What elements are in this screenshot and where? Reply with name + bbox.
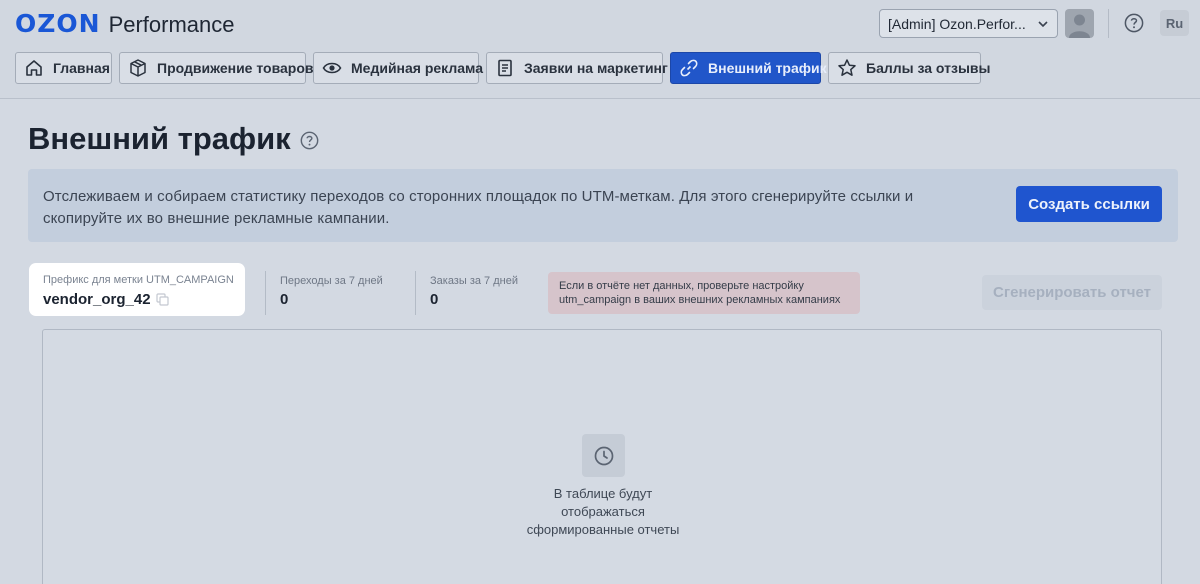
warning-note: Если в отчёте нет данных, проверьте наст… — [548, 272, 860, 314]
help-icon[interactable] — [300, 131, 319, 150]
tab-home-label: Главная — [53, 60, 110, 76]
orders-value: 0 — [430, 291, 439, 308]
tab-media-ads[interactable]: Медийная реклама — [313, 52, 483, 84]
page-title-text: Внешний трафик — [28, 121, 291, 156]
tab-promotion[interactable]: Продвижение товаров — [119, 52, 314, 84]
orders-stat: Заказы за 7 дней 0 — [430, 275, 518, 308]
avatar[interactable] — [1065, 9, 1094, 38]
empty-state-icon-box — [582, 434, 625, 477]
reports-table: В таблице будут отображаться сформирован… — [42, 329, 1162, 584]
stats-divider — [415, 271, 416, 315]
language-switch[interactable]: Ru — [1160, 10, 1189, 36]
tab-review-points-label: Баллы за отзывы — [866, 60, 991, 76]
logo[interactable]: OZON Performance — [15, 9, 235, 38]
generate-report-button[interactable]: Сгенерировать отчет — [982, 275, 1162, 310]
chevron-down-icon — [1038, 21, 1048, 28]
user-icon — [1069, 14, 1090, 38]
utm-prefix-value: vendor_org_42 — [43, 291, 151, 308]
create-links-button[interactable]: Создать ссылки — [1016, 186, 1162, 222]
home-icon — [26, 60, 42, 76]
utm-prefix-value-row: vendor_org_42 — [43, 291, 169, 308]
account-select-value: [Admin] Ozon.Perfor... — [888, 16, 1026, 32]
info-banner: Отслеживаем и собираем статистику перехо… — [28, 169, 1178, 242]
tab-external-traffic-label: Внешний трафик — [708, 60, 827, 76]
page-title: Внешний трафик — [28, 121, 319, 157]
document-icon — [498, 59, 512, 77]
tab-review-points[interactable]: Баллы за отзывы — [828, 52, 990, 84]
visits-stat: Переходы за 7 дней 0 — [280, 275, 383, 308]
tab-promotion-label: Продвижение товаров — [157, 60, 314, 76]
warning-line: Если в отчёте нет данных, проверьте наст… — [559, 280, 804, 292]
tab-marketing-requests[interactable]: Заявки на маркетинг — [486, 52, 668, 84]
link-icon — [680, 59, 698, 77]
clock-icon — [594, 446, 613, 465]
utm-prefix-card: Префикс для метки UTM_CAMPAIGN vendor_or… — [29, 263, 245, 316]
logo-brand: OZON — [15, 9, 101, 38]
logo-product: Performance — [108, 12, 235, 37]
copy-icon[interactable] — [155, 293, 169, 306]
eye-icon — [322, 62, 342, 74]
empty-state-line: сформированные отчеты — [526, 522, 680, 537]
star-icon — [838, 59, 856, 76]
banner-text: Отслеживаем и собираем статистику перехо… — [43, 188, 914, 227]
stats-divider — [265, 271, 266, 315]
top-header: OZON Performance [Admin] Ozon.Perfor... … — [0, 0, 1200, 99]
warning-line: utm_campaign в ваших внешних рекламных к… — [559, 294, 841, 306]
orders-label: Заказы за 7 дней — [430, 275, 518, 287]
box-icon — [130, 59, 146, 77]
tab-home[interactable]: Главная — [15, 52, 112, 84]
account-select[interactable]: [Admin] Ozon.Perfor... — [879, 9, 1058, 38]
utm-prefix-label: Префикс для метки UTM_CAMPAIGN — [43, 274, 234, 286]
tab-marketing-requests-label: Заявки на маркетинг — [524, 60, 668, 76]
tab-external-traffic[interactable]: Внешний трафик — [670, 52, 827, 84]
empty-state-line: отображаться — [561, 504, 645, 519]
empty-state-text: В таблице будут отображаться сформирован… — [453, 485, 753, 539]
visits-label: Переходы за 7 дней — [280, 275, 383, 287]
empty-state-line: В таблице будут — [553, 486, 653, 501]
visits-value: 0 — [280, 291, 289, 308]
help-icon[interactable] — [1124, 13, 1144, 33]
tab-media-ads-label: Медийная реклама — [351, 60, 484, 76]
header-divider — [1108, 9, 1109, 38]
